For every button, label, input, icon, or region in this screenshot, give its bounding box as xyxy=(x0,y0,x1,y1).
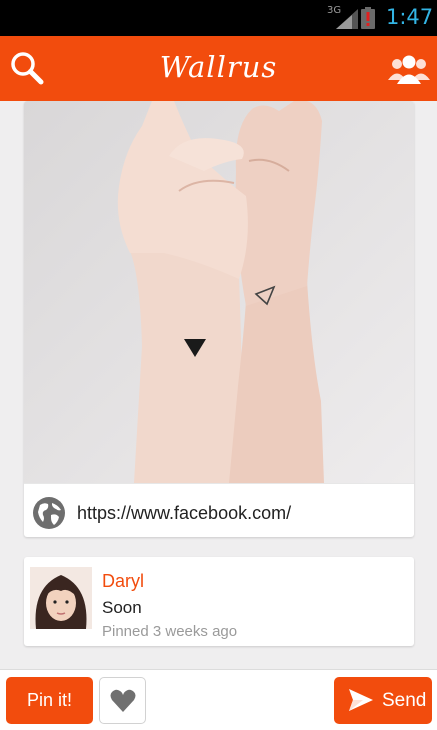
app-title: Wallrus xyxy=(159,50,278,84)
comment-user-name[interactable]: Daryl xyxy=(102,571,144,592)
source-link[interactable]: https://www.facebook.com/ xyxy=(24,483,414,537)
pin-it-button[interactable]: Pin it! xyxy=(6,677,93,724)
globe-icon xyxy=(33,497,65,529)
send-icon xyxy=(349,689,373,711)
like-button[interactable] xyxy=(99,677,146,724)
pin-feed[interactable]: https://www.facebook.com/ Daryl Soon Pin… xyxy=(0,101,437,669)
link-url[interactable]: https://www.facebook.com/ xyxy=(77,503,291,524)
bottom-action-bar: Pin it! Send xyxy=(0,669,437,730)
avatar[interactable] xyxy=(30,567,92,629)
send-button[interactable]: Send xyxy=(334,677,432,724)
status-bar: 3G 1:47 xyxy=(0,0,437,36)
clock: 1:47 xyxy=(386,5,434,29)
app-bar: Wallrus xyxy=(0,36,437,101)
pin-card[interactable]: https://www.facebook.com/ xyxy=(24,101,414,537)
signal-icon xyxy=(336,9,358,29)
comment-text: Soon xyxy=(102,598,142,617)
battery-alert-icon xyxy=(361,7,375,29)
pin-image[interactable] xyxy=(24,101,414,483)
pinned-timestamp: Pinned 3 weeks ago xyxy=(102,623,238,640)
comment-card[interactable]: Daryl Soon Pinned 3 weeks ago xyxy=(24,557,414,646)
heart-icon xyxy=(110,689,136,712)
people-icon[interactable] xyxy=(388,53,430,85)
send-label: Send xyxy=(382,690,427,711)
